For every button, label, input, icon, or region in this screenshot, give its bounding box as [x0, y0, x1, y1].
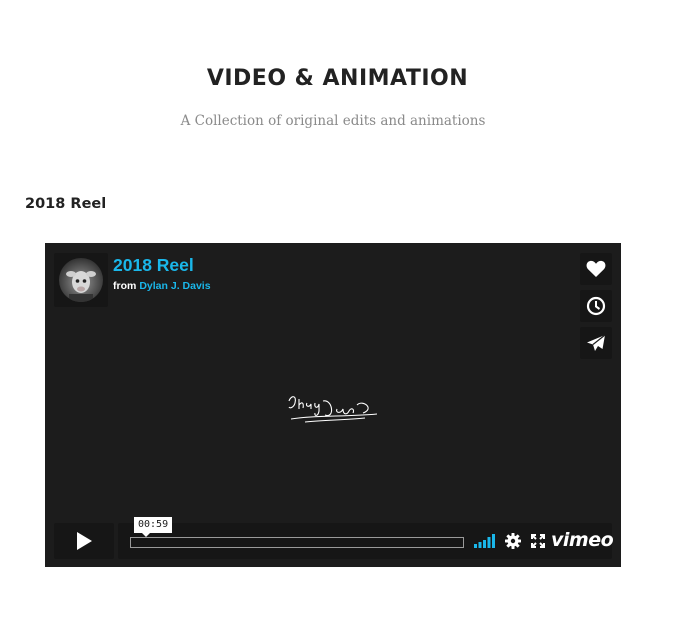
control-bar: 00:59 vimeo: [118, 517, 614, 559]
page-title: VIDEO & ANIMATION: [206, 66, 469, 91]
author-avatar-link[interactable]: [54, 253, 108, 307]
vimeo-logo-link[interactable]: vimeo: [551, 529, 614, 551]
heart-icon: [586, 260, 606, 277]
paper-plane-icon: [587, 334, 606, 351]
player-controls: 00:59 vimeo: [54, 517, 614, 559]
byline: from Dylan J. Davis: [113, 280, 211, 292]
watch-later-button[interactable]: [580, 290, 612, 322]
author-link[interactable]: Dylan J. Davis: [139, 280, 210, 292]
byline-prefix: from: [113, 280, 137, 292]
video-player[interactable]: 2018 Reel from Dylan J. Davis 00:59 vime…: [45, 243, 621, 567]
volume-bars-icon[interactable]: [474, 534, 496, 548]
time-tooltip: 00:59: [134, 517, 173, 537]
progress-bar[interactable]: 00:59: [130, 517, 464, 548]
gear-icon[interactable]: [505, 533, 521, 549]
play-icon: [77, 532, 92, 550]
avatar: [59, 258, 103, 302]
share-button[interactable]: [580, 327, 612, 359]
section-heading: 2018 Reel: [25, 196, 107, 212]
video-title-link[interactable]: 2018 Reel: [113, 255, 194, 276]
signature-watermark: [288, 396, 378, 423]
fullscreen-icon[interactable]: [531, 534, 545, 548]
clock-icon: [586, 296, 606, 316]
page-subtitle: A Collection of original edits and anima…: [180, 113, 486, 129]
play-button[interactable]: [54, 523, 114, 559]
like-button[interactable]: [580, 253, 612, 285]
